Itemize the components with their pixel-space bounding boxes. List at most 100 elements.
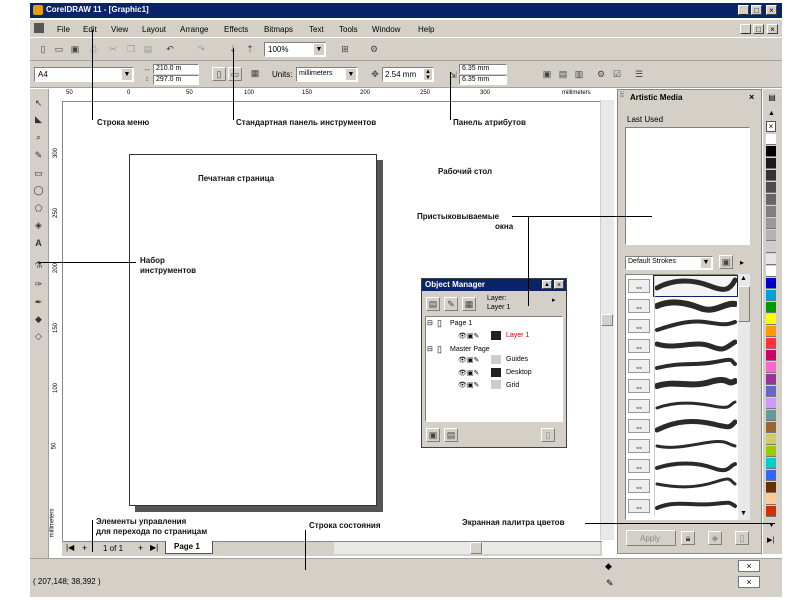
palette-swatch[interactable]: [766, 482, 776, 493]
stroke-preset[interactable]: ⇔: [626, 496, 737, 516]
tree-expand-icon[interactable]: ⊟: [427, 319, 433, 327]
palette-swatch[interactable]: [766, 170, 776, 181]
palette-swatch[interactable]: [766, 350, 776, 361]
tree-master-page[interactable]: Master Page: [450, 346, 490, 353]
menu-edit[interactable]: Edit: [83, 25, 97, 34]
horizontal-ruler[interactable]: [52, 89, 612, 102]
printable-page[interactable]: [129, 154, 377, 506]
horizontal-scrollbar[interactable]: [334, 542, 600, 554]
new-master-layer-icon[interactable]: ▤: [444, 428, 458, 442]
ellipse-tool-icon[interactable]: ◯: [32, 184, 45, 197]
palette-swatch[interactable]: [766, 242, 776, 253]
palette-swatch[interactable]: [766, 290, 776, 301]
palette-swatch[interactable]: [766, 230, 776, 241]
paste-icon[interactable]: ▤: [141, 42, 155, 56]
nudge-field[interactable]: 2.54 mm ▲ ▼: [382, 67, 434, 82]
palette-swatch[interactable]: [766, 410, 776, 421]
no-color-swatch[interactable]: ×: [766, 121, 776, 132]
spinner-icon[interactable]: ▲ ▼: [424, 69, 432, 81]
palette-swatch[interactable]: [766, 398, 776, 409]
landscape-icon[interactable]: ▭: [228, 67, 242, 81]
palette-expand-icon[interactable]: ▶|: [767, 536, 774, 544]
om-minimize-button[interactable]: ▲: [542, 280, 552, 289]
menu-bitmaps[interactable]: Bitmaps: [264, 25, 293, 34]
menu-layout[interactable]: Layout: [142, 25, 166, 34]
new-layer-icon[interactable]: ▣: [426, 428, 440, 442]
cut-icon[interactable]: ✂: [106, 42, 120, 56]
stroke-preset[interactable]: ⇔: [626, 436, 737, 456]
stroke-preset[interactable]: ⇔: [626, 416, 738, 436]
redo-icon[interactable]: ↷: [194, 42, 208, 56]
dup-x-field[interactable]: 6.35 mm: [459, 64, 507, 74]
guides-visibility-icons[interactable]: 👁︎▣✎: [458, 356, 479, 364]
palette-swatch[interactable]: [766, 422, 776, 433]
vertical-ruler[interactable]: [50, 101, 63, 541]
app-launcher-icon[interactable]: ⊞: [338, 42, 352, 56]
zoom-select[interactable]: 100% ▼: [264, 42, 326, 57]
grid-visibility-icons[interactable]: 👁︎▣✎: [458, 381, 479, 389]
pick-tool-icon[interactable]: ↖: [32, 97, 45, 110]
tree-expand-icon[interactable]: ⊟: [427, 345, 433, 353]
vertical-scroll-thumb[interactable]: [601, 314, 613, 326]
menu-arrange[interactable]: Arrange: [180, 25, 208, 34]
units-select[interactable]: millimeters ▼: [296, 67, 358, 82]
delete-layer-icon[interactable]: ▯: [541, 428, 555, 442]
palette-swatch[interactable]: [766, 278, 776, 289]
zoom-tool-icon[interactable]: ⌕: [32, 131, 45, 144]
palette-up-icon[interactable]: ▲: [768, 110, 775, 117]
stroke-preset[interactable]: ⇔: [626, 396, 737, 416]
close-button[interactable]: ×: [766, 5, 777, 15]
palette-swatch[interactable]: [766, 434, 776, 445]
maximize-button[interactable]: □: [751, 5, 762, 15]
object-manager-title-bar[interactable]: Object Manager ▲ ×: [422, 279, 566, 291]
browse-strokes-icon[interactable]: ▣: [719, 255, 733, 269]
menu-window[interactable]: Window: [372, 25, 400, 34]
fill-tool-icon[interactable]: ◆: [32, 313, 45, 326]
apply-button[interactable]: Apply: [626, 530, 676, 546]
palette-swatch[interactable]: [766, 146, 776, 157]
stroke-preset[interactable]: ⇔: [626, 275, 738, 297]
tree-guides[interactable]: Guides: [506, 356, 528, 363]
stroke-preset[interactable]: ⇔: [626, 316, 737, 336]
rectangle-tool-icon[interactable]: ▭: [32, 167, 45, 180]
chevron-down-icon[interactable]: ▼: [346, 69, 356, 80]
stroke-preset[interactable]: ⇔: [626, 356, 737, 376]
palette-swatch[interactable]: [766, 446, 776, 457]
export-icon[interactable]: ⇡: [243, 42, 257, 56]
menu-effects[interactable]: Effects: [224, 25, 248, 34]
open-icon[interactable]: ▭: [52, 42, 66, 56]
stroke-preset[interactable]: ⇔: [626, 336, 738, 356]
scroll-down-icon[interactable]: ▼: [740, 510, 747, 517]
outline-none-swatch[interactable]: ×: [738, 576, 760, 588]
docker-tab-icon[interactable]: ▤: [766, 93, 778, 105]
layer-visibility-icons[interactable]: 👁︎▣✎: [458, 332, 479, 340]
palette-swatch[interactable]: [766, 182, 776, 193]
doc-restore-button[interactable]: □: [753, 24, 764, 34]
menu-tools[interactable]: Tools: [339, 25, 358, 34]
outline-tool-icon[interactable]: ✒: [32, 296, 45, 309]
page-width-field[interactable]: 210.0 m: [153, 64, 199, 74]
tree-grid[interactable]: Grid: [506, 382, 519, 389]
stroke-preset[interactable]: ⇔: [626, 476, 737, 496]
docker-menu-icon[interactable]: ▸: [740, 258, 744, 267]
eyedropper-tool-icon[interactable]: ✑: [32, 278, 45, 291]
docker-grip-icon[interactable]: ⁞⁞: [620, 92, 624, 99]
basic-shapes-icon[interactable]: ◈: [32, 219, 45, 232]
last-page-icon[interactable]: ▶|: [150, 543, 158, 552]
menu-file[interactable]: File: [57, 25, 70, 34]
doc-icon[interactable]: [34, 23, 44, 33]
palette-swatch[interactable]: [766, 266, 776, 277]
page-height-field[interactable]: 297.0 m: [153, 75, 199, 85]
chevron-down-icon[interactable]: ▼: [701, 258, 711, 268]
shape-tool-icon[interactable]: ◣: [32, 113, 45, 126]
palette-swatch[interactable]: [766, 494, 776, 505]
om-close-button[interactable]: ×: [554, 280, 564, 289]
stroke-preset[interactable]: ⇔: [626, 456, 737, 476]
snap-grid-icon[interactable]: ▣: [540, 67, 554, 81]
lock-icon[interactable]: 🔒︎: [681, 531, 695, 545]
snap-guides-icon[interactable]: ▤: [556, 67, 570, 81]
tree-page-layer[interactable]: Layer 1: [506, 332, 529, 339]
palette-swatch[interactable]: [766, 302, 776, 313]
chevron-down-icon[interactable]: ▼: [122, 69, 132, 80]
edit-across-layers-icon[interactable]: ✎: [444, 297, 458, 311]
